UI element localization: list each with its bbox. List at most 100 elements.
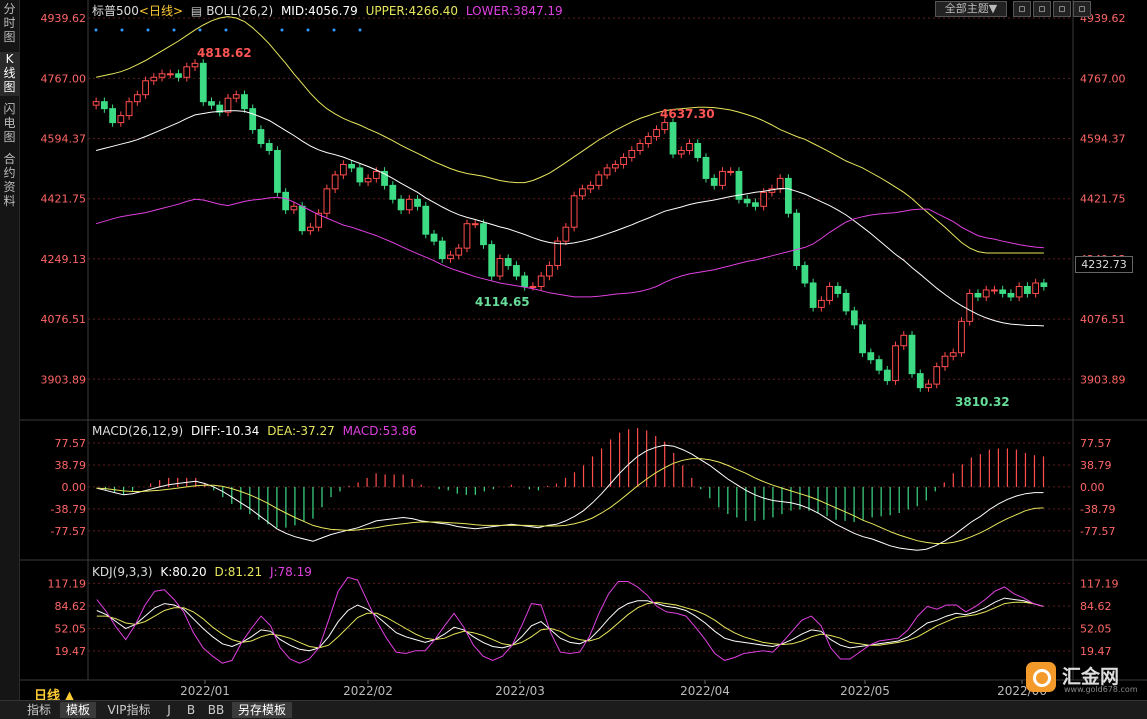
- y-tick-label-left: -77.57: [51, 525, 86, 538]
- candle-body: [133, 94, 141, 103]
- y-tick-label-left: 52.05: [55, 623, 87, 636]
- candle-body: [653, 129, 660, 138]
- y-tick-label-left: 4939.62: [41, 12, 87, 25]
- tab-save-template[interactable]: 另存模板: [232, 702, 292, 718]
- candle-body: [199, 62, 207, 103]
- candle-body: [529, 285, 537, 288]
- candle-body: [883, 369, 891, 382]
- chart-canvas[interactable]: 4818.624637.304114.653810.32 4939.62 4939…: [0, 0, 1147, 718]
- x-tick-label: 2022/03: [495, 684, 545, 698]
- kdj-j: J:78.19: [269, 565, 312, 579]
- y-tick-label-right: 19.47: [1080, 645, 1112, 658]
- candle-body: [480, 223, 487, 246]
- candle-body: [109, 108, 116, 124]
- tab-flash[interactable]: 闪电图: [0, 102, 19, 146]
- tab-bb[interactable]: BB: [204, 702, 228, 718]
- candle-body: [150, 76, 158, 82]
- candle-body: [1032, 282, 1040, 294]
- candle-body: [603, 167, 611, 176]
- y-tick-label-right: 38.79: [1080, 459, 1112, 472]
- candle-body: [430, 233, 438, 242]
- signal-dot: [94, 28, 98, 32]
- y-tick-label-left: 4767.00: [41, 72, 87, 85]
- tab-template[interactable]: 模板: [60, 702, 96, 718]
- candle-body: [587, 184, 594, 190]
- candle-body: [274, 149, 281, 193]
- candle-body: [1040, 282, 1048, 287]
- tab-b[interactable]: B: [182, 702, 200, 718]
- candle-body: [414, 198, 421, 207]
- candle-body: [710, 177, 718, 186]
- window-button[interactable]: ▫: [1013, 1, 1031, 17]
- theme-dropdown[interactable]: 全部主题▼: [935, 1, 1007, 17]
- candle-body: [875, 359, 883, 371]
- macd-header: MACD(26,12,9) DIFF:-10.34 DEA:-37.27 MAC…: [92, 424, 421, 438]
- candle-body: [241, 94, 248, 110]
- candle-body: [595, 174, 603, 186]
- candle-high-label: 4818.62: [197, 46, 252, 60]
- macd-panel[interactable]: [96, 428, 1045, 551]
- candle-body: [826, 285, 833, 301]
- signal-dot: [120, 28, 124, 32]
- candle-body: [1015, 285, 1023, 298]
- window-button[interactable]: ▫: [1033, 1, 1051, 17]
- signal-dot: [358, 28, 362, 32]
- period-label[interactable]: <日线>: [139, 4, 183, 18]
- boll-icon: ▤: [190, 4, 203, 18]
- signal-dot: [224, 28, 228, 32]
- kdj-j-line: [96, 576, 1044, 664]
- kdj-d: D:81.21: [214, 565, 263, 579]
- candle-low-label: 4114.65: [475, 295, 530, 309]
- y-tick-label-right: 4076.51: [1080, 313, 1126, 326]
- candle-body: [447, 254, 454, 260]
- candle-high-label: 4637.30: [660, 107, 715, 121]
- candle-body: [628, 149, 636, 158]
- tab-j[interactable]: J: [160, 702, 178, 718]
- candle-body: [644, 136, 652, 145]
- tab-indicators[interactable]: 指标: [22, 702, 56, 718]
- tab-timeshare[interactable]: 分时图: [0, 2, 19, 46]
- tab-kline[interactable]: K线图: [0, 52, 19, 96]
- tab-contract-info[interactable]: 合约资料: [0, 152, 19, 212]
- candle-body: [842, 292, 850, 312]
- candle-body: [496, 258, 504, 277]
- candle-body: [916, 373, 924, 389]
- y-tick-label-right: 4767.00: [1080, 72, 1126, 85]
- y-tick-label-right: 52.05: [1080, 623, 1112, 636]
- last-price-tag: 4232.73: [1075, 256, 1133, 273]
- macd-diff: DIFF:-10.34: [190, 424, 260, 438]
- y-tick-label-left: 3903.89: [41, 373, 87, 386]
- x-tick-label: 2022/05: [840, 684, 890, 698]
- lower-value: LOWER:3847.19: [465, 4, 563, 18]
- kdj-panel[interactable]: [96, 576, 1044, 664]
- macd-diff-line: [96, 444, 1044, 551]
- macd-dea: DEA:-37.27: [267, 424, 335, 438]
- x-tick-label: 2022/01: [180, 684, 230, 698]
- candle-body: [785, 177, 792, 214]
- y-tick-label-left: 4249.13: [41, 253, 87, 266]
- window-button[interactable]: ▫: [1053, 1, 1071, 17]
- y-tick-label-left: 4421.75: [41, 193, 87, 206]
- candle-body: [191, 62, 199, 68]
- signal-dot: [332, 28, 336, 32]
- candle-body: [455, 247, 463, 256]
- candle-body: [117, 115, 125, 124]
- window-button[interactable]: ▫: [1073, 1, 1091, 17]
- candle-body: [125, 101, 133, 117]
- candle-body: [166, 73, 174, 76]
- candle-body: [405, 198, 413, 211]
- candle-body: [752, 202, 759, 207]
- candle-body: [702, 156, 710, 179]
- tab-vip-indicators[interactable]: VIP指标: [102, 702, 156, 718]
- candle-body: [991, 289, 998, 292]
- candle-body: [850, 310, 858, 326]
- candle-body: [282, 191, 290, 211]
- candle-body: [933, 366, 941, 385]
- candle-body: [694, 143, 702, 158]
- candle-body: [257, 129, 265, 145]
- price-panel[interactable]: 4818.62 4637.30 4114.65 3810.32: [92, 16, 1048, 409]
- candle-body: [290, 205, 298, 211]
- mid-value: MID:4056.79: [280, 4, 358, 18]
- candle-body: [249, 108, 257, 131]
- candle-body: [521, 275, 529, 287]
